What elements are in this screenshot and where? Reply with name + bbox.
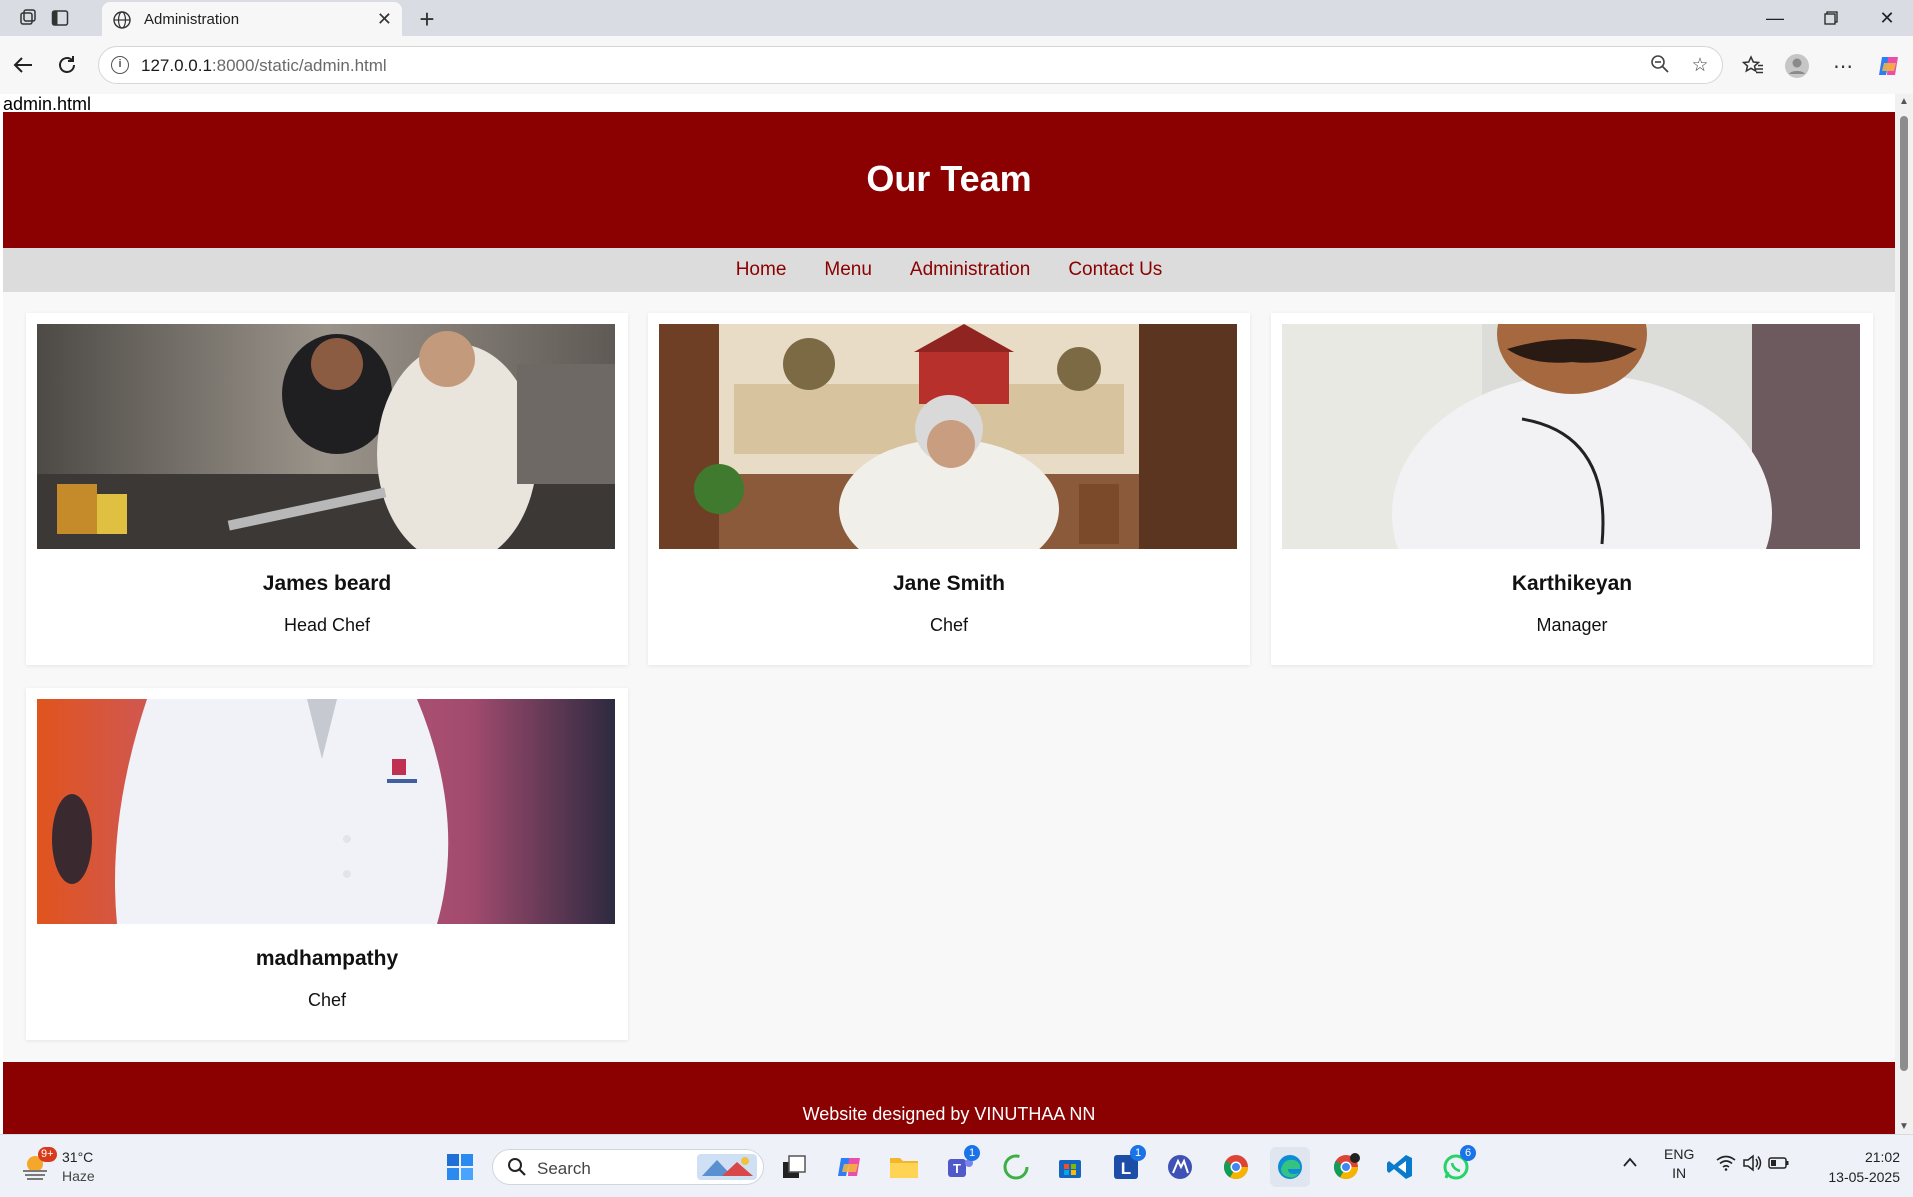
weather-badge: 9+ (38, 1147, 57, 1162)
refresh-icon[interactable] (52, 50, 82, 80)
task-view-icon[interactable] (774, 1147, 814, 1187)
whatsapp-icon[interactable]: 6 (1436, 1145, 1476, 1187)
site-footer: Website designed by VINUTHAA NN (3, 1062, 1895, 1134)
battery-icon[interactable] (1768, 1156, 1790, 1173)
new-tab-button[interactable]: + (414, 4, 440, 35)
weather-condition-text: Haze (62, 1168, 95, 1184)
region-code: IN (1672, 1165, 1687, 1181)
l-app-icon[interactable]: L 1 (1106, 1145, 1146, 1187)
active-tab[interactable]: Administration ✕ (102, 2, 402, 36)
nav-link-administration[interactable]: Administration (910, 259, 1030, 281)
clock-date: 13-05-2025 (1828, 1169, 1900, 1185)
vscode-icon[interactable] (1380, 1147, 1420, 1187)
start-windows-icon[interactable] (440, 1147, 480, 1187)
page-scrollbar[interactable]: ▲ ▼ (1895, 94, 1913, 1134)
weather-widget[interactable]: 9+ 31°C Haze (20, 1147, 120, 1187)
page-title: Our Team (866, 158, 1032, 199)
member-role: Chef (929, 615, 969, 635)
chef-photo (37, 699, 615, 924)
close-tab-icon[interactable]: ✕ (377, 9, 392, 30)
site-page: Our Team Home Menu Administration Contac… (3, 112, 1895, 1134)
close-window-button[interactable]: ✕ (1864, 4, 1910, 32)
language-indicator[interactable]: ENG IN (1664, 1145, 1694, 1183)
browser-toolbar: i 127.0.0.1:8000/static/admin.html ☆ ⋯ (0, 36, 1913, 94)
vertical-tabs-icon[interactable] (46, 6, 74, 30)
member-name: James beard (262, 572, 392, 595)
member-role: Manager (1536, 615, 1608, 635)
chef-photo (659, 324, 1237, 549)
whatsapp-badge: 6 (1460, 1145, 1476, 1161)
svg-text:L: L (1121, 1159, 1131, 1178)
search-highlight-icon (697, 1154, 757, 1180)
store-icon[interactable] (1050, 1147, 1090, 1187)
minimize-button[interactable]: — (1752, 4, 1798, 32)
address-bar[interactable]: i 127.0.0.1:8000/static/admin.html ☆ (98, 46, 1723, 84)
team-card: Jane Smith Chef (648, 313, 1250, 665)
restore-button[interactable] (1808, 4, 1854, 32)
page-viewport: admin.html Our Team Home Menu Administra… (0, 94, 1895, 1134)
nav-link-menu[interactable]: Menu (824, 259, 872, 281)
scrollbar-thumb[interactable] (1900, 116, 1908, 1071)
footer-credit: Website designed by VINUTHAA NN (802, 1104, 1096, 1124)
nav-link-home[interactable]: Home (736, 259, 787, 281)
back-arrow-icon[interactable] (8, 50, 38, 80)
l-app-badge: 1 (1130, 1145, 1146, 1161)
copilot-app-icon[interactable] (830, 1147, 870, 1187)
profile-avatar-icon[interactable] (1782, 51, 1812, 81)
system-clock[interactable]: 21:02 13-05-2025 (1810, 1147, 1900, 1187)
language-code: ENG (1664, 1146, 1695, 1162)
member-name: Karthikeyan (1511, 572, 1633, 595)
member-name: Jane Smith (892, 572, 1006, 595)
member-name: madhampathy (255, 947, 399, 970)
volume-icon[interactable] (1742, 1154, 1762, 1175)
more-options-icon[interactable]: ⋯ (1828, 51, 1858, 81)
team-card: Karthikeyan Manager (1271, 313, 1873, 665)
scroll-down-arrow-icon[interactable]: ▼ (1899, 1121, 1909, 1132)
search-icon (508, 1158, 526, 1176)
zoom-out-icon[interactable] (1648, 54, 1672, 78)
nav-link-contact-us[interactable]: Contact Us (1068, 259, 1162, 281)
show-hidden-icons-chevron-icon[interactable] (1622, 1155, 1638, 1171)
browser-tab-bar: Administration ✕ + — ✕ (0, 0, 1913, 36)
temperature-text: 31°C (62, 1149, 94, 1165)
chef-photo (37, 324, 615, 549)
favorites-icon[interactable] (1738, 51, 1768, 81)
workspaces-icon[interactable] (14, 6, 42, 30)
clock-time: 21:02 (1864, 1149, 1900, 1165)
globe-icon (113, 11, 131, 29)
member-role: Chef (307, 990, 347, 1010)
copilot-icon[interactable] (1874, 51, 1904, 81)
site-nav: Home Menu Administration Contact Us (3, 248, 1895, 292)
file-explorer-icon[interactable] (884, 1147, 924, 1187)
site-info-icon[interactable]: i (111, 56, 129, 74)
svg-text:T: T (953, 1161, 961, 1176)
taskbar-search[interactable]: Search (492, 1149, 764, 1185)
team-card: James beard Head Chef (26, 313, 628, 665)
teams-icon[interactable]: T 1 (940, 1145, 980, 1187)
search-placeholder: Search (537, 1159, 591, 1178)
chef-photo (1282, 324, 1860, 549)
a-app-icon[interactable] (1160, 1147, 1200, 1187)
wifi-icon[interactable] (1716, 1155, 1736, 1174)
refresh-app-icon[interactable] (996, 1147, 1036, 1187)
member-role: Head Chef (283, 615, 371, 635)
url-text: 127.0.0.1:8000/static/admin.html (141, 56, 387, 75)
taskbar: 9+ 31°C Haze Search T 1 L 1 6 ENG IN 21:… (0, 1134, 1913, 1197)
favorite-star-icon[interactable]: ☆ (1688, 54, 1712, 78)
chrome-profile-icon[interactable] (1326, 1147, 1366, 1187)
scroll-up-arrow-icon[interactable]: ▲ (1899, 96, 1909, 107)
team-card: madhampathy Chef (26, 688, 628, 1040)
tab-title: Administration (144, 11, 240, 28)
site-header: Our Team (3, 112, 1895, 248)
edge-icon[interactable] (1270, 1147, 1310, 1187)
teams-badge: 1 (964, 1145, 980, 1161)
chrome-icon[interactable] (1216, 1147, 1256, 1187)
